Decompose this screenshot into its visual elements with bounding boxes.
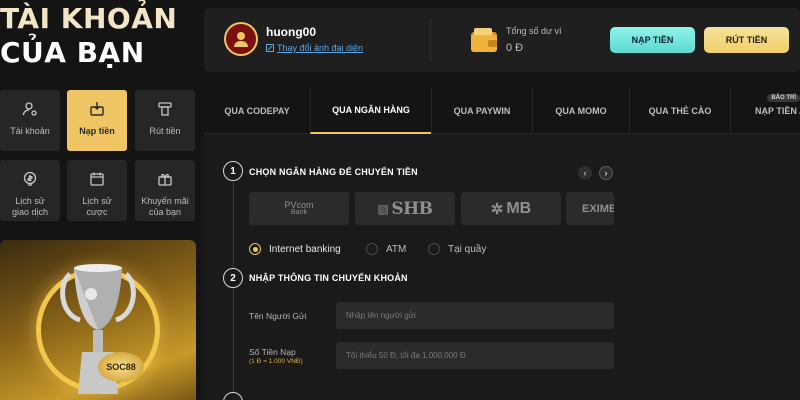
menu-item-transaction-history[interactable]: Lịch sử giao dịch — [0, 160, 60, 221]
promo-banner[interactable] — [0, 240, 196, 400]
maintenance-badge: BẢO TRÌ — [767, 94, 800, 102]
menu-item-label: Nạp tiền — [79, 126, 115, 136]
calendar-icon — [88, 170, 106, 188]
step-number-3 — [223, 392, 243, 400]
step2-title: NHẬP THÔNG TIN CHUYỂN KHOẢN — [249, 273, 408, 283]
menu-item-label: Khuyến mãi của bạn — [141, 196, 189, 217]
method-atm[interactable]: ATM — [366, 243, 406, 255]
withdraw-icon — [156, 100, 174, 118]
bank-option-shb[interactable]: ▨ SHB — [355, 192, 455, 225]
tab-bank[interactable]: QUA NGÂN HÀNG — [310, 88, 431, 134]
deposit-icon — [88, 100, 106, 118]
user-settings-icon — [21, 100, 39, 118]
user-avatar-icon — [234, 32, 248, 47]
balance-label: Tổng số dư ví — [506, 26, 562, 36]
gift-icon — [156, 170, 174, 188]
shb-logo-icon: ▨ — [377, 201, 389, 216]
amount-conversion-note: (1 Đ = 1.000 VNĐ) — [249, 358, 303, 365]
menu-item-label: Tài khoản — [10, 126, 50, 136]
tab-scratch-card[interactable]: QUA THẺ CÀO — [629, 88, 730, 134]
amount-input[interactable] — [336, 342, 614, 369]
bank-name-sub: Bank — [291, 208, 307, 216]
bank-next-button[interactable]: › — [599, 166, 613, 180]
bank-name: EXIMB — [582, 202, 614, 215]
username: huong00 — [266, 25, 316, 39]
deposit-form-panel: 1 CHỌN NGÂN HÀNG ĐỂ CHUYỂN TIỀN ‹ › PVco… — [204, 134, 800, 400]
chevron-left-icon: ‹ — [583, 168, 587, 178]
tab-label: QUA PAYWIN — [453, 106, 511, 116]
menu-item-deposit[interactable]: Nạp tiền — [67, 90, 127, 151]
bank-option-mb[interactable]: ✲ MB — [461, 192, 561, 225]
wallet-icon — [471, 28, 497, 52]
change-avatar-label: Thay đổi ảnh đại diện — [277, 43, 364, 53]
step-number-1: 1 — [223, 161, 243, 181]
amount-label: Số Tiền Nạp — [249, 347, 296, 357]
method-counter[interactable]: Tại quầy — [428, 243, 486, 255]
chevron-right-icon: › — [604, 168, 608, 178]
bank-name: MB — [506, 199, 532, 217]
tab-other[interactable]: NẠP TIỀN A BẢO TRÌ — [730, 88, 800, 134]
deposit-method-tabs: QUA CODEPAY QUA NGÂN HÀNG QUA PAYWIN QUA… — [204, 88, 800, 134]
balance-value: 0 Đ — [506, 42, 524, 54]
tab-label: QUA NGÂN HÀNG — [332, 105, 410, 115]
tab-label: NẠP TIỀN A — [755, 106, 800, 116]
bank-name: PVcom — [284, 199, 314, 210]
tab-codepay[interactable]: QUA CODEPAY — [204, 88, 310, 134]
avatar[interactable] — [224, 22, 258, 56]
menu-item-label: Lịch sử cược — [82, 196, 112, 217]
tab-label: QUA MOMO — [555, 106, 607, 116]
bank-name: SHB — [391, 198, 433, 219]
menu-item-withdraw[interactable]: Rút tiền — [135, 90, 195, 151]
method-label: Internet banking — [269, 243, 341, 255]
step-connector — [233, 288, 234, 400]
page-title: TÀI KHOẢN CỦA BẠN — [0, 2, 200, 70]
withdraw-button[interactable]: RÚT TIỀN — [704, 27, 789, 53]
sender-name-label: Tên Người Gửi — [249, 311, 307, 321]
step-number-2: 2 — [223, 268, 243, 288]
bank-option-pvcombank[interactable]: PVcom Bank — [249, 192, 349, 225]
tab-paywin[interactable]: QUA PAYWIN — [431, 88, 532, 134]
bank-option-eximbank[interactable]: EXIMB — [566, 192, 614, 225]
radio-icon — [428, 243, 440, 255]
tab-label: QUA THẺ CÀO — [648, 106, 712, 116]
radio-selected-icon — [249, 243, 261, 255]
step1-title: CHỌN NGÂN HÀNG ĐỂ CHUYỂN TIỀN — [249, 167, 418, 177]
tab-label: QUA CODEPAY — [224, 106, 290, 116]
bank-prev-button[interactable]: ‹ — [578, 166, 592, 180]
page-title-line1: TÀI KHOẢN — [0, 2, 178, 35]
page-title-line2: CỦA BẠN — [0, 36, 145, 69]
sender-name-input[interactable] — [336, 302, 614, 329]
tab-momo[interactable]: QUA MOMO — [532, 88, 629, 134]
change-avatar-link[interactable]: Thay đổi ảnh đại diện — [266, 43, 363, 53]
radio-icon — [366, 243, 378, 255]
edit-icon — [266, 44, 274, 52]
deposit-button[interactable]: NẠP TIỀN — [610, 27, 695, 53]
menu-item-label: Rút tiền — [149, 126, 181, 136]
menu-item-account[interactable]: Tài khoản — [0, 90, 60, 151]
menu-item-label: Lịch sử giao dịch — [11, 196, 49, 217]
header-divider — [430, 18, 431, 62]
step-connector — [233, 180, 234, 270]
promo-coin-badge: SOC88 — [98, 352, 144, 382]
account-header: huong00 Thay đổi ảnh đại diện Tổng số dư… — [204, 8, 800, 72]
method-label: Tại quầy — [448, 243, 487, 255]
menu-item-bet-history[interactable]: Lịch sử cược — [67, 160, 127, 221]
method-label: ATM — [386, 243, 407, 255]
mb-star-icon: ✲ — [490, 200, 504, 218]
menu-item-promotions[interactable]: Khuyến mãi của bạn — [135, 160, 195, 221]
dollar-history-icon — [21, 170, 39, 188]
method-internet-banking[interactable]: Internet banking — [249, 243, 341, 255]
